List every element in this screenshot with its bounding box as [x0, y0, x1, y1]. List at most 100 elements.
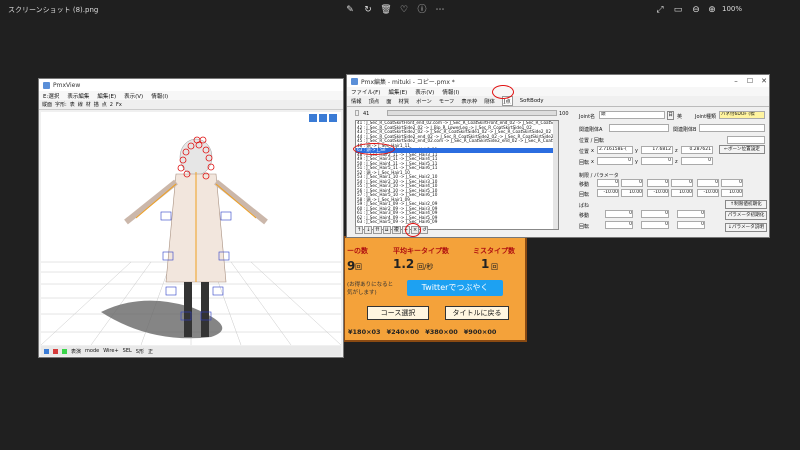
status-shape[interactable]: S形 [136, 348, 144, 355]
move-min-z[interactable]: 0 [697, 179, 719, 187]
bone-position-button[interactable]: ←ボーン位置設定 [719, 145, 765, 154]
tab-morph[interactable]: モーフ [439, 97, 455, 105]
rot-y-input[interactable]: 0 [641, 157, 673, 165]
init-param-button[interactable]: パラメータ初期化 [725, 211, 767, 220]
joint-list-item[interactable]: 63 : J_Sec_Hair5_09 -> J_Sec_Hair6_09 [356, 219, 558, 225]
menu-view[interactable]: 表示(V) [415, 88, 434, 96]
zoom-out-icon[interactable]: ⊖ [690, 4, 702, 16]
spring-rot-y[interactable]: 0 [641, 221, 669, 229]
pos-z-input[interactable]: 0.287621 [681, 146, 713, 154]
tab-softbody[interactable]: SoftBody [520, 98, 544, 104]
tab-material[interactable]: 材質 [399, 97, 410, 105]
move-bottom-button[interactable]: ⇊ [382, 226, 391, 234]
minimize-icon[interactable]: – [729, 75, 743, 87]
move-down-button[interactable]: ↓ [364, 226, 373, 234]
maximize-icon[interactable]: ☐ [743, 75, 757, 87]
tab-face[interactable]: 面 [386, 97, 391, 105]
duplicate-button[interactable]: 複 [391, 226, 401, 234]
move-max-y[interactable]: 0 [671, 179, 693, 187]
move-max-x[interactable]: 0 [621, 179, 643, 187]
spring-move-y[interactable]: 0 [641, 210, 669, 218]
status-display[interactable]: 表演 [71, 348, 81, 355]
3d-viewport[interactable] [41, 112, 341, 345]
tab-display-frame[interactable]: 表示枠 [461, 97, 477, 105]
rot-z-input[interactable]: 0 [681, 157, 713, 165]
undo-button[interactable]: ↺ [420, 226, 429, 234]
bone-select[interactable] [727, 136, 765, 144]
rot-min-x[interactable]: -10.00 [597, 189, 619, 197]
tool-2[interactable]: 2 [110, 102, 113, 108]
rot-min-z[interactable]: -10.00 [697, 189, 719, 197]
rot-max-x[interactable]: 10.00 [621, 189, 643, 197]
spring-move-z[interactable]: 0 [677, 210, 705, 218]
tool-draw[interactable]: 描 [94, 101, 99, 108]
more-icon[interactable]: ⋯ [434, 4, 446, 16]
axis-icon[interactable] [44, 348, 49, 354]
joint-type-select[interactable]: バネ付6DOF (標 [719, 111, 765, 119]
status-front[interactable]: 正 [148, 348, 153, 355]
body-a-select[interactable] [609, 124, 669, 132]
joint-list[interactable]: 41 : J_Sec_R_CoatSkirtFront_end_02.com -… [355, 120, 559, 230]
tool-material[interactable]: 材 [86, 101, 91, 108]
list-scrollbar[interactable] [553, 121, 558, 229]
edit-icon[interactable]: ✎ [344, 4, 356, 16]
menu-select[interactable]: E:選択 [43, 92, 59, 100]
close-icon[interactable]: ✕ [757, 75, 771, 87]
spring-rot-z[interactable]: 0 [677, 221, 705, 229]
rot-max-z[interactable]: 10.00 [721, 189, 743, 197]
param-help-button[interactable]: ↓パラメータ説明 [725, 223, 767, 232]
menu-view[interactable]: 表示(V) [124, 92, 143, 100]
move-top-button[interactable]: ⇈ [373, 226, 382, 234]
tab-rigid-body[interactable]: 剛体 [484, 97, 495, 105]
lang-jp-button[interactable]: 日 [667, 111, 674, 120]
move-min-x[interactable]: 0 [597, 179, 619, 187]
list-spin[interactable] [355, 110, 359, 116]
tool-line[interactable]: 線 [78, 101, 83, 108]
move-min-y[interactable]: 0 [647, 179, 669, 187]
tool-fx[interactable]: Fx [116, 102, 122, 108]
tool-surface[interactable]: 表 [70, 101, 75, 108]
spring-move-x[interactable]: 0 [605, 210, 633, 218]
favorite-icon[interactable]: ♡ [398, 4, 410, 16]
menu-edit[interactable]: 編集(E) [97, 92, 116, 100]
joint-name-input[interactable]: 頭 [599, 111, 665, 119]
tool-shape[interactable]: 字形: [55, 101, 67, 108]
twitter-button[interactable]: Twitterでつぶやく [407, 280, 503, 296]
menu-info[interactable]: 情報(I) [442, 88, 459, 96]
tool-point[interactable]: 点 [102, 101, 107, 108]
move-max-z[interactable]: 0 [721, 179, 743, 187]
rot-max-y[interactable]: 10.00 [671, 189, 693, 197]
menu-file[interactable]: ファイル(F) [351, 88, 380, 96]
init-limit-button[interactable]: ↑制限値初期化 [725, 200, 767, 209]
spring-rot-x[interactable]: 0 [605, 221, 633, 229]
move-up-button[interactable]: ↑ [355, 226, 364, 234]
expand-icon[interactable]: ⤢ [654, 4, 666, 16]
delete-icon[interactable]: 🗑 [380, 4, 392, 16]
back-to-title-button[interactable]: タイトルに戻る [445, 306, 509, 320]
course-select-button[interactable]: コース選択 [367, 306, 429, 320]
lang-en-label[interactable]: 英 [677, 113, 682, 120]
fit-icon[interactable]: ▭ [672, 4, 684, 16]
menu-edit[interactable]: 編集(E) [388, 88, 407, 96]
menu-info[interactable]: 情報(I) [151, 92, 168, 100]
status-sel[interactable]: SEL [123, 348, 132, 354]
body-b-select[interactable] [699, 124, 765, 132]
view-nav-icons[interactable] [309, 114, 337, 122]
zoom-in-icon[interactable]: ⊕ [706, 4, 718, 16]
color-icon[interactable] [53, 348, 58, 354]
rot-x-input[interactable]: 0 [597, 157, 633, 165]
status-mode[interactable]: mode [85, 348, 99, 354]
menu-view-edit[interactable]: 表示編集 [67, 92, 89, 100]
tab-bone[interactable]: ボーン [416, 97, 432, 105]
tab-vertex[interactable]: 頂点 [369, 97, 380, 105]
tab-info[interactable]: 情報 [351, 97, 362, 105]
light-icon[interactable] [62, 348, 67, 354]
info-icon[interactable]: ⓘ [416, 4, 428, 16]
pos-x-input[interactable]: 2.716158E-( [597, 146, 633, 154]
rotate-icon[interactable]: ↻ [362, 4, 374, 16]
pos-y-input[interactable]: 17.6812 [641, 146, 673, 154]
tool-plane[interactable]: 縦面 [42, 101, 52, 108]
list-slider[interactable] [387, 110, 557, 116]
status-wire[interactable]: Wire+ [103, 348, 118, 354]
rot-min-y[interactable]: -10.00 [647, 189, 669, 197]
